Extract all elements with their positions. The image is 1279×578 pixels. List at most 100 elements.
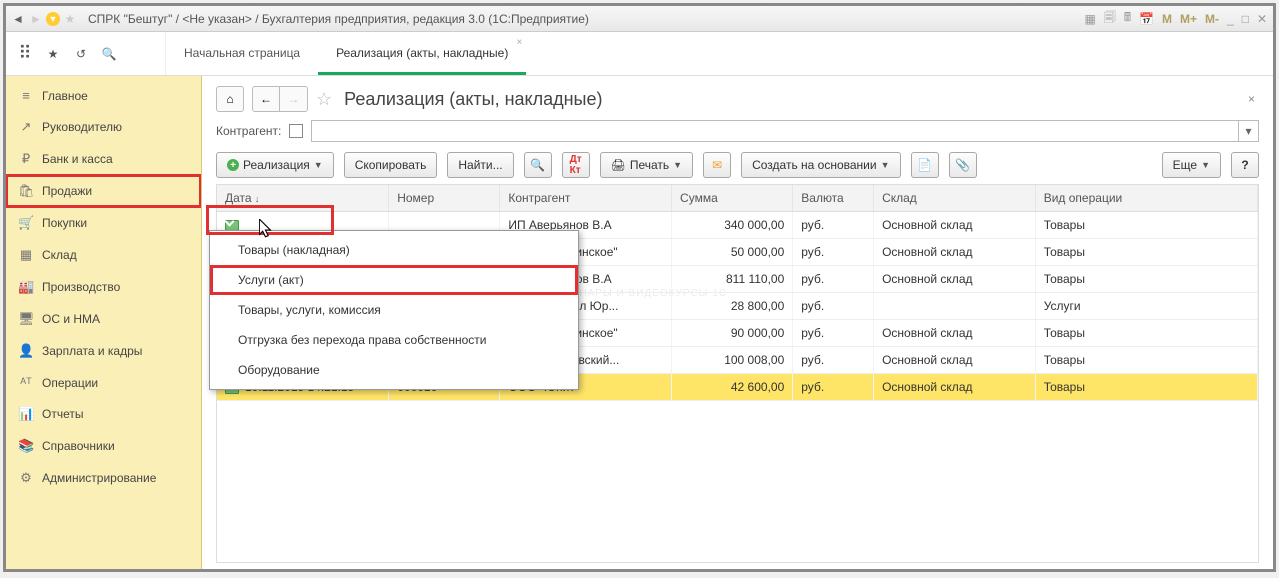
sidebar-icon: 🖥	[18, 311, 34, 327]
print-button[interactable]: 🖨Печать▼	[600, 152, 693, 178]
apps-icon[interactable]: ⠿	[16, 45, 34, 63]
minimize-icon[interactable]: _	[1225, 12, 1236, 26]
col-1[interactable]: Номер	[389, 185, 500, 212]
sidebar-item-1[interactable]: ↗ Руководителю	[6, 111, 201, 143]
window-title: СПРК "Бештуг" / <Не указан> / Бухгалтери…	[84, 12, 1076, 26]
forward-button[interactable]: →	[280, 86, 308, 112]
plus-icon: +	[227, 159, 239, 171]
tab-realizacija[interactable]: Реализация (акты, накладные)×	[318, 33, 526, 75]
sidebar-item-label: Покупки	[42, 216, 87, 230]
col-2[interactable]: Контрагент	[500, 185, 672, 212]
sidebar-item-0[interactable]: ≡ Главное	[6, 80, 201, 111]
tb-ico-4[interactable]: 📅	[1137, 12, 1156, 26]
sidebar-icon: 🛍	[18, 183, 34, 199]
search-icon[interactable]: 🔍	[100, 45, 118, 63]
sidebar: ≡ Главное ↗ Руководителю ₽ Банк и касса 🛍 Прода…	[6, 76, 202, 569]
col-3[interactable]: Сумма	[672, 185, 793, 212]
sidebar-item-2[interactable]: ₽ Банк и касса	[6, 143, 201, 175]
sidebar-item-label: Продажи	[42, 184, 92, 198]
sidebar-item-label: Главное	[42, 89, 88, 103]
tab-close-icon[interactable]: ×	[517, 37, 523, 48]
col-5[interactable]: Склад	[874, 185, 1036, 212]
help-button[interactable]: ?	[1231, 152, 1259, 178]
sidebar-icon: ₽	[18, 151, 34, 167]
sidebar-item-label: Справочники	[42, 439, 115, 453]
sidebar-item-4[interactable]: 🛒 Покупки	[6, 207, 201, 239]
filter-label: Контрагент:	[216, 124, 281, 138]
tab-home[interactable]: Начальная страница	[166, 33, 318, 75]
create-based-button[interactable]: Создать на основании▼	[741, 152, 900, 178]
tb-ico-3[interactable]: 🖩	[1122, 8, 1133, 29]
sidebar-item-11[interactable]: 📚 Справочники	[6, 430, 201, 462]
sidebar-item-label: Производство	[42, 280, 120, 294]
nav-dd-icon[interactable]: ▼	[46, 12, 60, 26]
nav-back-icon[interactable]: ◄	[10, 11, 26, 27]
tb-m[interactable]: M	[1160, 12, 1174, 26]
close-page-icon[interactable]: ×	[1244, 88, 1259, 110]
sidebar-item-label: Руководителю	[42, 120, 122, 134]
col-0[interactable]: Дата ↓	[217, 185, 389, 212]
sidebar-icon: ↗	[18, 119, 34, 135]
sidebar-icon: 📚	[18, 438, 34, 454]
mail-button[interactable]: ✉	[703, 152, 731, 178]
sidebar-item-6[interactable]: 🏭Производство	[6, 271, 201, 303]
menu-item-1[interactable]: Услуги (акт)	[210, 265, 578, 295]
history-icon[interactable]: ↺	[72, 45, 90, 63]
realizacija-button[interactable]: +Реализация▼	[216, 152, 334, 178]
clear-filter-button[interactable]: 🔍	[524, 152, 552, 178]
page-star-icon[interactable]: ☆	[316, 89, 332, 110]
home-button[interactable]: ⌂	[216, 86, 244, 112]
copy-button[interactable]: Скопировать	[344, 152, 438, 178]
menu-item-0[interactable]: Товары (накладная)	[210, 235, 578, 265]
sidebar-icon: 📊	[18, 406, 34, 422]
sidebar-item-12[interactable]: ⚙ Администрирование	[6, 462, 201, 494]
find-button[interactable]: Найти...	[447, 152, 513, 178]
sidebar-item-label: ОС и НМА	[42, 312, 100, 326]
sidebar-item-label: Операции	[42, 376, 98, 390]
tb-m-plus[interactable]: M+	[1178, 12, 1199, 26]
sidebar-icon: ▦	[18, 247, 34, 263]
nav-fwd-icon[interactable]: ►	[28, 11, 44, 27]
back-button[interactable]: ←	[252, 86, 280, 112]
dt-kt-button[interactable]: ДтКт	[562, 152, 590, 178]
favorite-icon[interactable]: ★	[62, 11, 78, 27]
sidebar-item-5[interactable]: ▦Склад	[6, 239, 201, 271]
realizacija-menu: Товары (накладная)Услуги (акт)Товары, ус…	[209, 230, 579, 390]
command-bar: +Реализация▼ Скопировать Найти... 🔍 ДтКт…	[216, 152, 1259, 178]
sidebar-item-7[interactable]: 🖥 ОС и НМА	[6, 303, 201, 335]
sidebar-item-3[interactable]: 🛍 Продажи	[6, 175, 201, 207]
sidebar-item-label: Отчеты	[42, 407, 83, 421]
title-bar: ◄ ► ▼ ★ СПРК "Бештуг" / <Не указан> / Бу…	[6, 6, 1273, 32]
sidebar-item-9[interactable]: ᴬᵀ Операции	[6, 367, 201, 398]
sidebar-icon: 🛒	[18, 215, 34, 231]
contractor-dropdown[interactable]: ▾	[1239, 120, 1259, 142]
sidebar-item-10[interactable]: 📊 Отчеты	[6, 398, 201, 430]
attach-1-button[interactable]: 📄	[911, 152, 939, 178]
contractor-field[interactable]	[311, 120, 1239, 142]
print-icon: 🖨	[611, 158, 626, 172]
more-button[interactable]: Еще▼	[1162, 152, 1221, 178]
attach-2-button[interactable]: 📎	[949, 152, 977, 178]
col-4[interactable]: Валюта	[793, 185, 874, 212]
sidebar-item-label: Банк и касса	[42, 152, 113, 166]
menu-item-4[interactable]: Оборудование	[210, 355, 578, 385]
sidebar-icon: ᴬᵀ	[18, 375, 34, 390]
sidebar-item-label: Администрирование	[42, 471, 156, 485]
sidebar-item-label: Зарплата и кадры	[42, 344, 142, 358]
sidebar-icon: 👤	[18, 343, 34, 359]
page-title: Реализация (акты, накладные)	[344, 89, 602, 110]
tb-ico-2[interactable]: 🗐	[1102, 8, 1118, 29]
top-area: ⠿ ★ ↺ 🔍 Начальная страница Реализация (а…	[6, 32, 1273, 76]
filter-checkbox[interactable]	[289, 124, 303, 138]
sidebar-item-8[interactable]: 👤 Зарплата и кадры	[6, 335, 201, 367]
tb-m-minus[interactable]: M-	[1203, 12, 1221, 26]
sidebar-icon: ≡	[18, 88, 34, 103]
menu-item-3[interactable]: Отгрузка без перехода права собственност…	[210, 325, 578, 355]
col-6[interactable]: Вид операции	[1035, 185, 1257, 212]
maximize-icon[interactable]: □	[1240, 12, 1251, 26]
sidebar-icon: ⚙	[18, 470, 34, 486]
star-icon[interactable]: ★	[44, 45, 62, 63]
close-icon[interactable]: ✕	[1255, 12, 1269, 26]
menu-item-2[interactable]: Товары, услуги, комиссия	[210, 295, 578, 325]
tb-ico-1[interactable]: ▦	[1082, 12, 1097, 26]
